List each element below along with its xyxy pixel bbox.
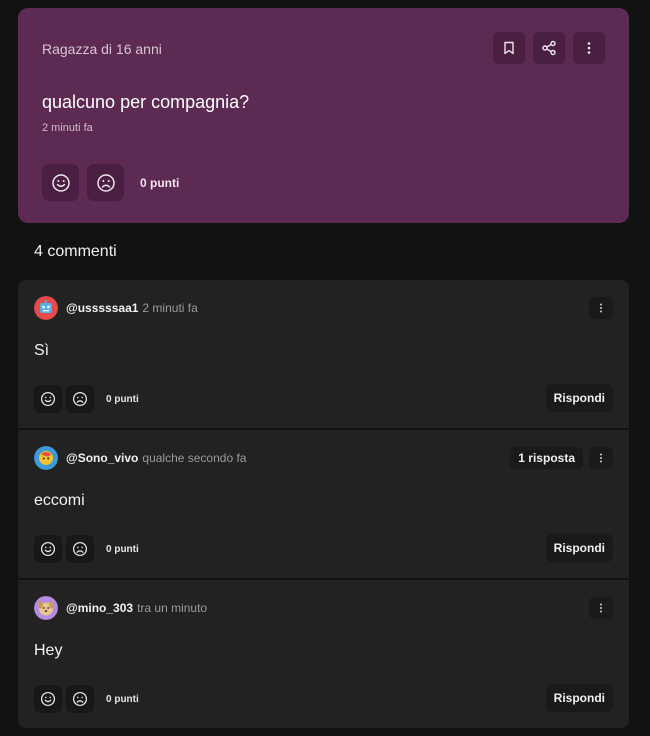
more-vertical-icon [600,453,602,463]
frown-icon [72,391,88,407]
comment-downvote-button[interactable] [66,535,94,563]
share-button[interactable] [533,32,565,64]
comment-header: @usssssaa1 2 minuti fa [34,296,198,320]
comment-upvote-button[interactable] [34,385,62,413]
comment-points: 0 punti [106,543,139,555]
frown-icon [72,541,88,557]
comment-text: Sì [34,342,50,359]
comment-upvote-button[interactable] [34,685,62,713]
face-avatar-icon [34,446,58,470]
comments-count-heading: 4 commenti [34,243,117,260]
comment-header: @Sono_vivo qualche secondo fa [34,446,246,470]
comment-more-button[interactable] [589,447,613,469]
post-title: qualcuno per compagnia? [42,92,250,112]
comment-card: @usssssaa1 2 minuti fa Sì 0 punti Rispon… [18,280,629,428]
post-card: Ragazza di 16 anni qualcuno per compagni… [18,8,629,223]
comment-upvote-button[interactable] [34,535,62,563]
post-time: 2 minuti fa [42,122,93,134]
share-icon [542,40,556,56]
smile-icon [51,173,70,192]
comment-username[interactable]: @Sono_vivo [66,451,138,465]
comment-text: eccomi [34,492,85,509]
comment-votes: 0 punti [34,535,139,563]
comment-time: qualche secondo fa [142,451,247,465]
comment-text: Hey [34,642,63,659]
comment-card: @Sono_vivo qualche secondo fa 1 risposta… [18,430,629,578]
frown-icon [72,691,88,707]
smile-icon [40,391,56,407]
comment-time: 2 minuti fa [142,301,198,315]
reply-button[interactable]: Rispondi [545,534,613,562]
bookmark-button[interactable] [493,32,525,64]
comment-card: @mino_303 tra un minuto Hey 0 punti Risp… [18,580,629,728]
avatar[interactable] [34,446,58,470]
comment-downvote-button[interactable] [66,385,94,413]
comment-more-button[interactable] [589,297,613,319]
more-vertical-icon [600,303,602,313]
smile-icon [40,541,56,557]
comment-points: 0 punti [106,693,139,705]
post-more-button[interactable] [573,32,605,64]
post-votes: 0 punti [42,164,179,201]
comment-more-button[interactable] [589,597,613,619]
smile-icon [40,691,56,707]
reply-button[interactable]: Rispondi [545,684,613,712]
more-vertical-icon [600,603,602,613]
comment-header: @mino_303 tra un minuto [34,596,207,620]
post-author: Ragazza di 16 anni [42,41,162,57]
post-points: 0 punti [140,175,180,190]
bookmark-icon [504,41,514,55]
comment-time: tra un minuto [137,601,208,615]
downvote-button[interactable] [87,164,124,201]
replies-count-button[interactable]: 1 risposta [510,447,583,469]
avatar[interactable] [34,296,58,320]
comment-votes: 0 punti [34,685,139,713]
comment-downvote-button[interactable] [66,685,94,713]
avatar[interactable] [34,596,58,620]
post-actions [493,32,605,64]
pet-avatar-icon [34,596,58,620]
comment-username[interactable]: @usssssaa1 [66,301,138,315]
comment-votes: 0 punti [34,385,139,413]
frown-icon [96,173,115,192]
upvote-button[interactable] [42,164,79,201]
more-vertical-icon [587,42,591,54]
reply-button[interactable]: Rispondi [545,384,613,412]
comment-points: 0 punti [106,393,139,405]
robot-avatar-icon [34,296,58,320]
comment-username[interactable]: @mino_303 [66,601,133,615]
